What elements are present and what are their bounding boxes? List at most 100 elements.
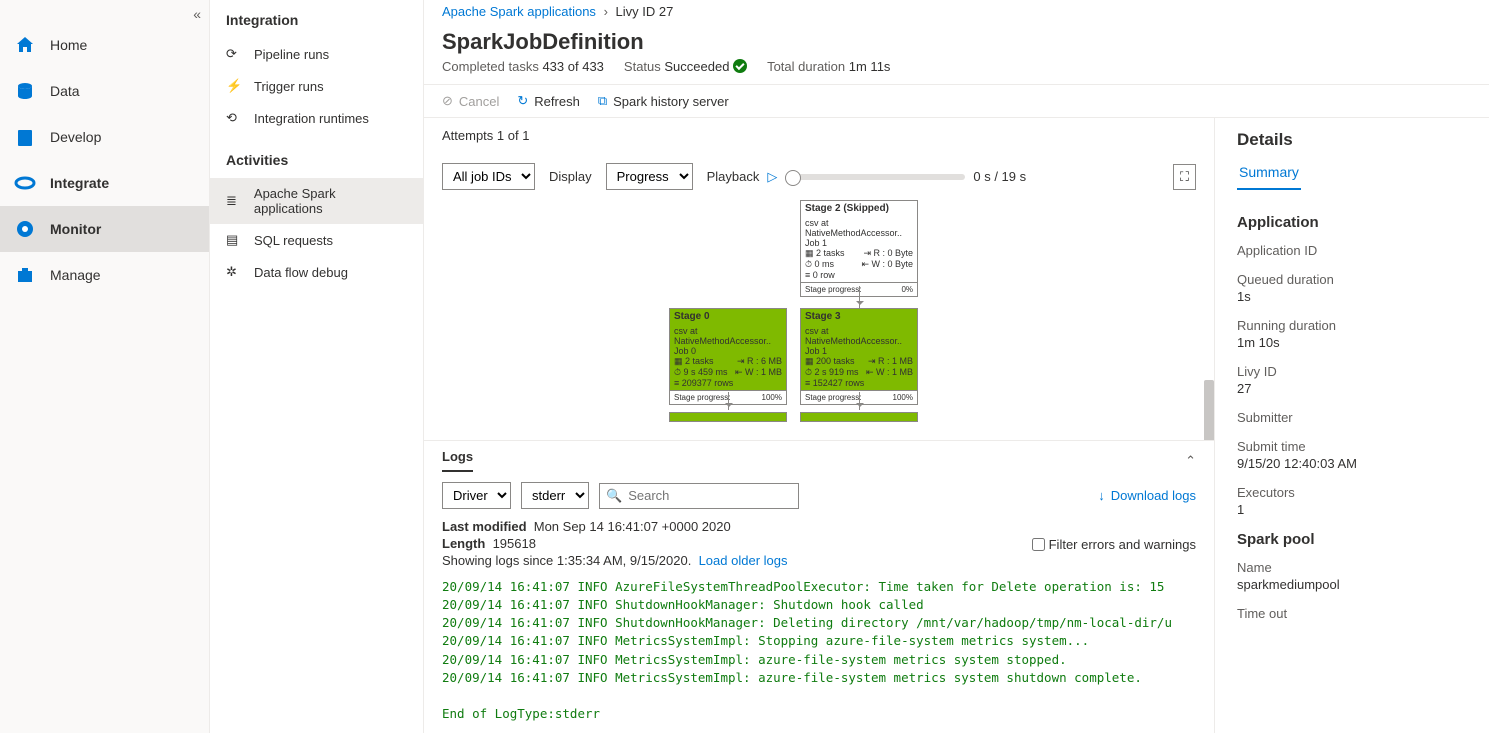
logs-tab[interactable]: Logs (442, 449, 473, 472)
nav-collapse[interactable]: « (193, 6, 201, 22)
subnav-activities-header: Activities (210, 148, 423, 178)
playback-slider[interactable] (785, 174, 965, 180)
stage-0-card[interactable]: Stage 0 csv at NativeMethodAccessor.. Jo… (669, 308, 787, 405)
nav-data[interactable]: Data (0, 68, 209, 114)
display-select[interactable]: Progress (606, 163, 693, 190)
download-logs[interactable]: ↓Download logs (1098, 488, 1196, 503)
log-source-select[interactable]: Driver (442, 482, 511, 509)
submittime-value: 9/15/20 12:40:03 AM (1237, 456, 1467, 471)
nav-label: Home (50, 37, 87, 53)
appid-label: Application ID (1237, 243, 1467, 258)
play-button[interactable]: ▷ (767, 169, 777, 185)
status-line: Completed tasks 433 of 433 Status Succee… (424, 57, 1489, 84)
subnav-trigger-runs[interactable]: ⚡Trigger runs (210, 70, 423, 102)
stage-sub: csv at NativeMethodAccessor.. (805, 218, 913, 238)
breadcrumb-parent[interactable]: Apache Spark applications (442, 4, 596, 19)
history-button[interactable]: ⧉Spark history server (598, 93, 729, 109)
length-value: 195618 (493, 536, 536, 551)
details-header: Details (1237, 130, 1467, 150)
subnav-label: Pipeline runs (254, 47, 329, 62)
dataflow-icon: ✲ (226, 264, 244, 280)
running-value: 1m 10s (1237, 335, 1467, 350)
graph-area[interactable]: Stage 2 (Skipped) csv at NativeMethodAcc… (424, 200, 1214, 440)
tasks-value: 433 of 433 (542, 59, 603, 74)
logs-collapse[interactable]: ⌃ (1185, 453, 1196, 469)
lastmod-value: Mon Sep 14 16:41:07 +0000 2020 (534, 519, 731, 534)
livy-label: Livy ID (1237, 364, 1467, 379)
queued-value: 1s (1237, 289, 1467, 304)
sql-icon: ▤ (226, 232, 244, 248)
pipeline-icon: ⟳ (226, 46, 244, 62)
subnav: Integration ⟳ Pipeline runs ⚡Trigger runs… (210, 0, 424, 733)
stage-partial[interactable] (800, 412, 918, 422)
sparkpool-header: Spark pool (1237, 531, 1467, 548)
subnav-sql-requests[interactable]: ▤ SQL requests (210, 224, 423, 256)
subnav-pipeline-runs[interactable]: ⟳ Pipeline runs (210, 38, 423, 70)
stage-title: Stage 0 (670, 309, 786, 324)
fit-button[interactable]: ⛶ (1173, 164, 1196, 190)
stage-2-card[interactable]: Stage 2 (Skipped) csv at NativeMethodAcc… (800, 200, 918, 297)
showing-text: Showing logs since 1:35:34 AM, 9/15/2020… (442, 553, 691, 568)
livy-value: 27 (1237, 381, 1467, 396)
download-label: Download logs (1111, 488, 1196, 503)
stage-partial[interactable] (669, 412, 787, 422)
jobids-select[interactable]: All job IDs (442, 163, 535, 190)
arrow (859, 392, 860, 410)
external-icon: ⧉ (598, 93, 607, 109)
scrollbar[interactable] (1204, 380, 1214, 440)
refresh-icon: ↻ (517, 93, 528, 109)
manage-icon (14, 264, 36, 286)
search-icon: 🔍 (606, 488, 622, 504)
submittime-label: Submit time (1237, 439, 1467, 454)
breadcrumb-sep: › (604, 4, 608, 19)
display-label: Display (549, 169, 592, 184)
refresh-button[interactable]: ↻ Refresh (517, 93, 579, 109)
queued-label: Queued duration (1237, 272, 1467, 287)
executors-value: 1 (1237, 502, 1467, 517)
runtime-icon: ⟲ (226, 110, 244, 126)
subnav-integration-runtimes[interactable]: ⟲Integration runtimes (210, 102, 423, 134)
application-header: Application (1237, 214, 1467, 231)
summary-tab[interactable]: Summary (1237, 164, 1301, 190)
stage-title: Stage 3 (801, 309, 917, 324)
subnav-dataflow-debug[interactable]: ✲ Data flow debug (210, 256, 423, 288)
status-value: Succeeded (664, 59, 729, 74)
refresh-label: Refresh (534, 94, 580, 109)
filter-checkbox[interactable]: Filter errors and warnings (1032, 519, 1196, 570)
log-search-input[interactable] (628, 488, 792, 503)
nav-develop[interactable]: Develop (0, 114, 209, 160)
spark-icon: ≣ (226, 193, 244, 209)
tasks-label: Completed tasks (442, 59, 539, 74)
breadcrumb-current: Livy ID 27 (616, 4, 674, 19)
attempts-label: Attempts 1 of 1 (442, 128, 1196, 143)
graph-controls: Attempts 1 of 1 All job IDs Display Prog… (424, 118, 1214, 200)
page-title: SparkJobDefinition (424, 19, 1489, 57)
subnav-label: SQL requests (254, 233, 333, 248)
toolbar: ⊘Cancel ↻Refresh ⧉Spark history server (424, 84, 1489, 118)
filter-cb-input[interactable] (1032, 538, 1045, 551)
subnav-spark-apps[interactable]: ≣Apache Spark applications (210, 178, 423, 224)
running-label: Running duration (1237, 318, 1467, 333)
log-output[interactable]: 20/09/14 16:41:07 INFO AzureFileSystemTh… (424, 576, 1214, 733)
playback-label: Playback (707, 169, 760, 184)
log-stream-select[interactable]: stderr (521, 482, 589, 509)
stage-3-card[interactable]: Stage 3 csv at NativeMethodAccessor.. Jo… (800, 308, 918, 405)
integrate-icon (14, 172, 36, 194)
playback-time: 0 s / 19 s (973, 169, 1026, 184)
nav-home[interactable]: Home (0, 22, 209, 68)
poolname-label: Name (1237, 560, 1467, 575)
nav-monitor[interactable]: Monitor (0, 206, 209, 252)
nav-manage[interactable]: Manage (0, 252, 209, 298)
lastmod-label: Last modified (442, 519, 527, 534)
success-icon (733, 59, 747, 73)
subnav-label: Data flow debug (254, 265, 348, 280)
log-search[interactable]: 🔍 (599, 483, 799, 509)
nav-label: Manage (50, 267, 101, 283)
load-older-link[interactable]: Load older logs (699, 553, 788, 568)
filter-label: Filter errors and warnings (1049, 537, 1196, 552)
monitor-icon (14, 218, 36, 240)
nav-integrate[interactable]: Integrate (0, 160, 209, 206)
subnav-label: Trigger runs (254, 79, 324, 94)
stage-job: Job 1 (805, 238, 913, 248)
subnav-integration-header: Integration (210, 8, 423, 38)
